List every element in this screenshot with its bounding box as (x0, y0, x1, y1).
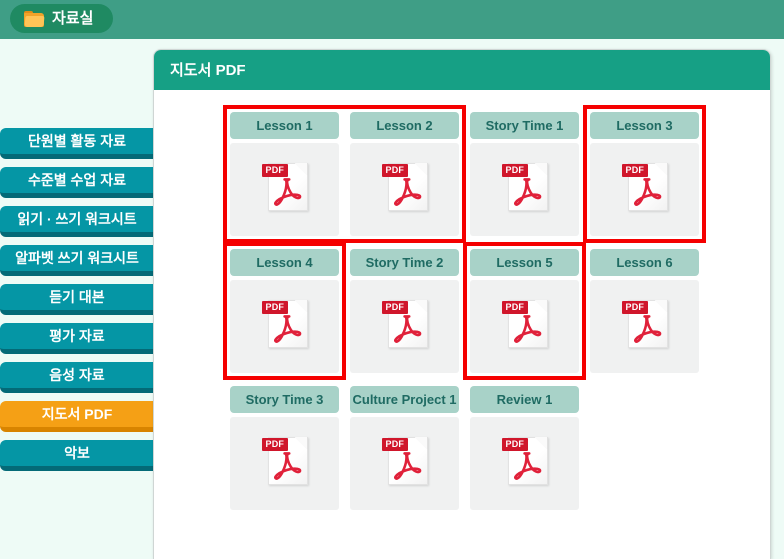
pdf-badge-label: PDF (501, 164, 529, 177)
pdf-card[interactable]: Lesson 1 PDF (230, 112, 339, 236)
pdf-badge-label: PDF (501, 301, 529, 314)
sidebar-item-label: 지도서 PDF (41, 406, 113, 422)
pdf-card-body[interactable]: PDF (230, 280, 339, 373)
pdf-card-body[interactable]: PDF (590, 143, 699, 236)
card-row: Lesson 4 PDF Story Time 2 PDF Lesson 5 PDF Les… (154, 242, 770, 380)
sidebar-item-label: 악보 (64, 445, 90, 461)
pdf-file-icon[interactable]: PDF (621, 296, 668, 348)
card-row: Lesson 1 PDF Lesson 2 PDF Story Time 1 PDF Les… (154, 105, 770, 243)
pdf-card-body[interactable]: PDF (470, 417, 579, 510)
acrobat-logo-icon (633, 315, 661, 343)
pdf-file-icon[interactable]: PDF (501, 159, 548, 211)
pdf-card-label[interactable]: Lesson 1 (230, 112, 339, 139)
acrobat-logo-icon (513, 178, 541, 206)
pdf-card[interactable]: Culture Project 1 PDF (350, 386, 459, 510)
sidebar-item-1[interactable]: 수준별 수업 자료 (0, 167, 172, 198)
acrobat-logo-icon (273, 178, 301, 206)
pdf-card-label[interactable]: Story Time 2 (350, 249, 459, 276)
pdf-badge-label: PDF (381, 164, 409, 177)
sidebar-nav: 단원별 활동 자료수준별 수업 자료읽기 · 쓰기 워크시트알파벳 쓰기 워크시… (0, 128, 175, 479)
pdf-card-label[interactable]: Culture Project 1 (350, 386, 459, 413)
sidebar-item-label: 음성 자료 (49, 367, 105, 383)
acrobat-logo-icon (513, 452, 541, 480)
pdf-badge-label: PDF (381, 438, 409, 451)
pdf-card-body[interactable]: PDF (470, 280, 579, 373)
acrobat-logo-icon (393, 315, 421, 343)
pdf-card[interactable]: Story Time 1 PDF (470, 112, 579, 236)
pdf-card[interactable]: Lesson 3 PDF (590, 112, 699, 236)
sidebar-item-8[interactable]: 악보 (0, 440, 172, 471)
pdf-file-icon[interactable]: PDF (381, 433, 428, 485)
pdf-file-icon[interactable]: PDF (381, 159, 428, 211)
pdf-card[interactable]: Lesson 5 PDF (470, 249, 579, 373)
pdf-card-label[interactable]: Lesson 6 (590, 249, 699, 276)
pdf-card-body[interactable]: PDF (470, 143, 579, 236)
sidebar-item-label: 듣기 대본 (49, 289, 105, 305)
pdf-card-body[interactable]: PDF (230, 143, 339, 236)
pdf-card[interactable]: Story Time 3 PDF (230, 386, 339, 510)
pdf-card-label[interactable]: Lesson 4 (230, 249, 339, 276)
sidebar-item-label: 평가 자료 (49, 328, 105, 344)
sidebar-item-4[interactable]: 듣기 대본 (0, 284, 172, 315)
sidebar-item-label: 수준별 수업 자료 (28, 172, 126, 188)
pdf-card-label[interactable]: Lesson 3 (590, 112, 699, 139)
pdf-card-body[interactable]: PDF (350, 280, 459, 373)
pdf-file-icon[interactable]: PDF (381, 296, 428, 348)
sidebar-item-5[interactable]: 평가 자료 (0, 323, 172, 354)
pdf-card[interactable]: Review 1 PDF (470, 386, 579, 510)
pdf-badge-label: PDF (621, 164, 649, 177)
content-panel: 지도서 PDF Lesson 1 PDF Lesson 2 PDF Story Time… (153, 49, 771, 559)
card-row: Story Time 3 PDF Culture Project 1 PDF Revie… (154, 386, 770, 510)
pdf-badge-label: PDF (621, 301, 649, 314)
pdf-card-body[interactable]: PDF (590, 280, 699, 373)
pdf-file-icon[interactable]: PDF (501, 296, 548, 348)
pdf-card-body[interactable]: PDF (350, 417, 459, 510)
pdf-file-icon[interactable]: PDF (621, 159, 668, 211)
acrobat-logo-icon (273, 452, 301, 480)
pdf-card-label[interactable]: Story Time 1 (470, 112, 579, 139)
acrobat-logo-icon (513, 315, 541, 343)
acrobat-logo-icon (393, 178, 421, 206)
pdf-file-icon[interactable]: PDF (501, 433, 548, 485)
pdf-badge-label: PDF (381, 301, 409, 314)
home-tab-jaryosil[interactable]: 자료실 (10, 4, 114, 33)
page-title: 지도서 PDF (170, 61, 246, 79)
pdf-card[interactable]: Lesson 4 PDF (230, 249, 339, 373)
home-tab-label: 자료실 (52, 10, 94, 27)
pdf-file-icon[interactable]: PDF (261, 433, 308, 485)
pdf-badge-label: PDF (261, 164, 289, 177)
sidebar-item-label: 알파벳 쓰기 워크시트 (15, 250, 139, 266)
pdf-file-icon[interactable]: PDF (261, 296, 308, 348)
top-header-bar: 자료실 (0, 0, 784, 39)
panel-header: 지도서 PDF (154, 50, 770, 90)
pdf-file-icon[interactable]: PDF (261, 159, 308, 211)
sidebar-item-3[interactable]: 알파벳 쓰기 워크시트 (0, 245, 172, 276)
sidebar-item-0[interactable]: 단원별 활동 자료 (0, 128, 172, 159)
pdf-badge-label: PDF (261, 438, 289, 451)
pdf-badge-label: PDF (501, 438, 529, 451)
sidebar-item-6[interactable]: 음성 자료 (0, 362, 172, 393)
pdf-card-grid: Lesson 1 PDF Lesson 2 PDF Story Time 1 PDF Les… (154, 90, 770, 510)
sidebar-item-label: 단원별 활동 자료 (28, 133, 126, 149)
pdf-card-label[interactable]: Lesson 5 (470, 249, 579, 276)
pdf-badge-label: PDF (261, 301, 289, 314)
sidebar-item-label: 읽기 · 쓰기 워크시트 (17, 211, 137, 227)
pdf-card[interactable]: Lesson 6 PDF (590, 249, 699, 373)
sidebar-item-2[interactable]: 읽기 · 쓰기 워크시트 (0, 206, 172, 237)
pdf-card[interactable]: Lesson 2 PDF (350, 112, 459, 236)
sidebar-item-7[interactable]: 지도서 PDF (0, 401, 172, 432)
pdf-card-body[interactable]: PDF (230, 417, 339, 510)
acrobat-logo-icon (393, 452, 421, 480)
folder-icon (24, 10, 45, 27)
pdf-card-label[interactable]: Review 1 (470, 386, 579, 413)
pdf-card-label[interactable]: Story Time 3 (230, 386, 339, 413)
pdf-card[interactable]: Story Time 2 PDF (350, 249, 459, 373)
acrobat-logo-icon (633, 178, 661, 206)
pdf-card-body[interactable]: PDF (350, 143, 459, 236)
acrobat-logo-icon (273, 315, 301, 343)
pdf-card-label[interactable]: Lesson 2 (350, 112, 459, 139)
